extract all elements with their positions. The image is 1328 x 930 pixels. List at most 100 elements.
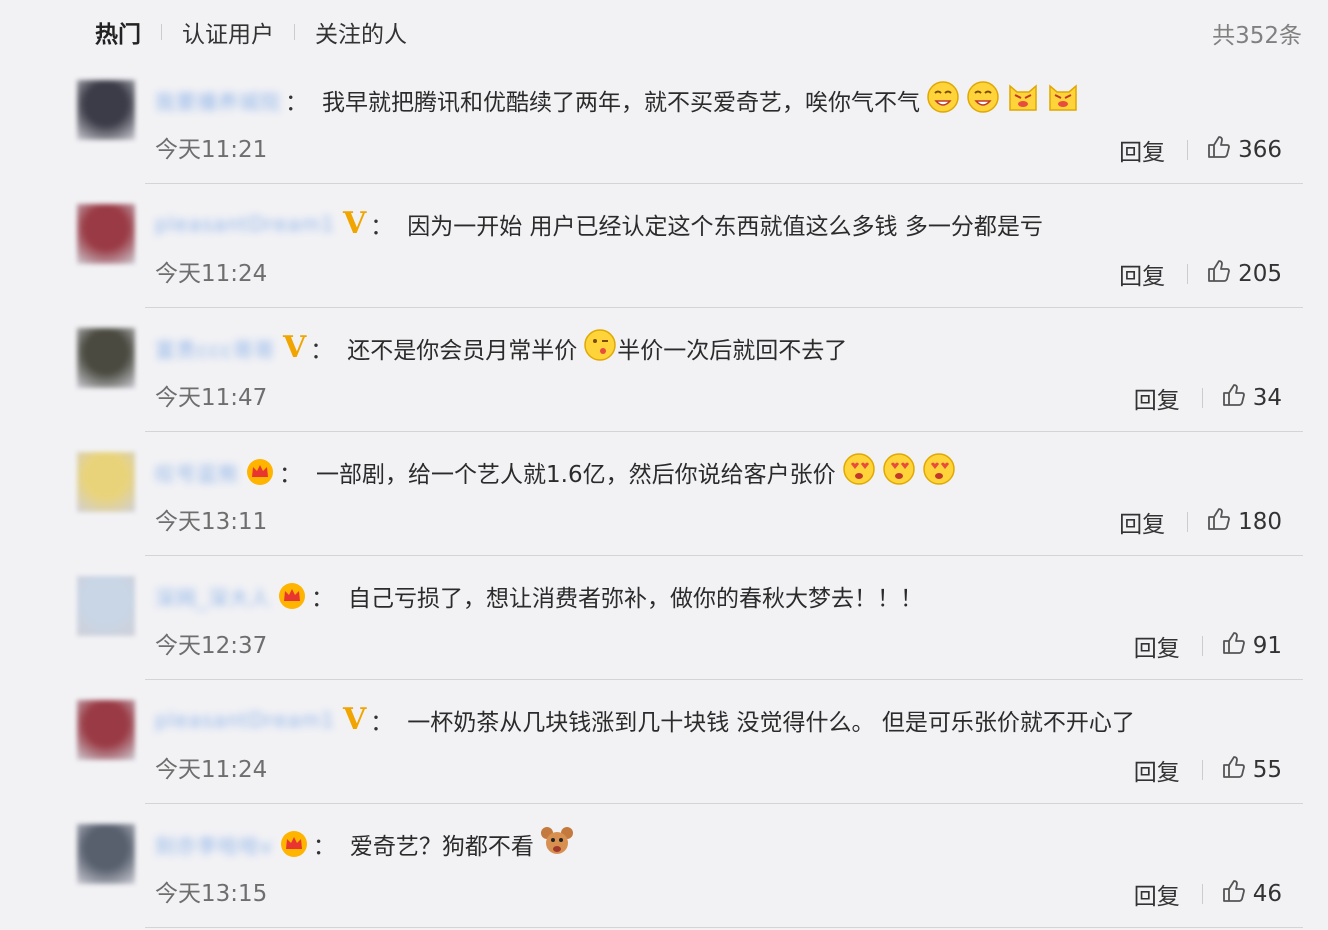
grin-emoji	[966, 80, 1000, 120]
action-divider	[1201, 884, 1203, 904]
heart-eyes-emoji	[882, 452, 916, 492]
action-divider	[1201, 636, 1203, 656]
comment-count: 共352条	[1212, 23, 1302, 49]
avatar[interactable]	[77, 452, 135, 512]
thumbs-up-icon	[1221, 382, 1253, 414]
reply-button[interactable]: 回复	[1134, 381, 1180, 415]
like-button[interactable]: 55	[1221, 754, 1282, 786]
reply-button[interactable]: 回复	[1134, 629, 1180, 663]
jerry-emoji	[540, 824, 574, 864]
like-count: 180	[1238, 509, 1282, 535]
comment-actions: 回复 34	[1134, 378, 1282, 418]
username-colon: ：	[310, 338, 334, 364]
like-button[interactable]: 46	[1221, 878, 1282, 910]
reply-button[interactable]: 回复	[1134, 877, 1180, 911]
comment-text: 一杯奶茶从几块钱涨到几十块钱 没觉得什么。 但是可乐张价就不开心了	[407, 710, 1135, 736]
comment-timestamp: 今天13:15	[155, 881, 268, 907]
comment-actions: 回复 46	[1134, 874, 1282, 914]
like-count: 46	[1252, 881, 1282, 907]
username-colon: ：	[311, 586, 334, 612]
username-link[interactable]: 叹号蓝熊	[155, 458, 239, 487]
comment-text: 一部剧，给一个艺人就1.6亿，然后你说给客户张价	[316, 462, 836, 488]
reply-button[interactable]: 回复	[1119, 505, 1165, 539]
action-divider	[1187, 140, 1189, 160]
comment-timestamp: 今天13:11	[155, 509, 268, 535]
comment-actions: 回复 366	[1119, 130, 1282, 170]
wink-emoji	[583, 328, 617, 368]
avatar[interactable]	[77, 204, 135, 264]
reply-button[interactable]: 回复	[1134, 753, 1180, 787]
username-link[interactable]: pleasantDream1	[155, 212, 335, 236]
comment-item: 深网_深大人 ： 自己亏损了，想让消费者弥补，做你的春秋大梦去！！！ 今天12:…	[0, 556, 1328, 680]
vip-crown-icon	[279, 830, 309, 858]
comment-body: pleasantDream1 V ： 因为一开始 用户已经认定这个东西就值这么多…	[155, 204, 1043, 244]
thumbs-up-icon	[1206, 506, 1238, 538]
comment-divider	[145, 927, 1303, 928]
comment-actions: 回复 55	[1134, 750, 1282, 790]
verified-v-icon: V	[283, 330, 307, 365]
comment-text: 还不是你会员月常半价	[347, 338, 578, 364]
reply-button[interactable]: 回复	[1119, 257, 1165, 291]
comment-item: 富贵ccc哥哥 V ： 还不是你会员月常半价 半价一次后就回不去了 今天11:47…	[0, 308, 1328, 432]
cat-emoji	[1006, 80, 1040, 120]
comment-timestamp: 今天11:24	[155, 757, 268, 783]
comment-timestamp: 今天11:21	[155, 137, 268, 163]
action-divider	[1201, 388, 1203, 408]
tab-following[interactable]: 关注的人	[315, 15, 407, 49]
comment-timestamp: 今天12:37	[155, 633, 268, 659]
comment-text: 我早就把腾讯和优酷续了两年，就不买爱奇艺，唉你气不气	[322, 90, 920, 116]
action-divider	[1187, 264, 1189, 284]
comment-body: 刻亦李哈哈v ： 爱奇艺？狗都不看	[155, 824, 574, 864]
like-count: 366	[1238, 137, 1282, 163]
comment-filter-tabs: 热门 认证用户 关注的人	[95, 14, 407, 50]
like-button[interactable]: 91	[1221, 630, 1282, 662]
comment-body: 我要播养城院 ： 我早就把腾讯和优酷续了两年，就不买爱奇艺，唉你气不气	[155, 80, 1080, 120]
action-divider	[1201, 760, 1203, 780]
verified-v-icon: V	[342, 206, 367, 241]
username-colon: ：	[312, 834, 336, 860]
username-link[interactable]: 富贵ccc哥哥	[155, 334, 275, 363]
comment-body: pleasantDream1 V ： 一杯奶茶从几块钱涨到几十块钱 没觉得什么。…	[155, 700, 1135, 740]
tab-divider	[294, 24, 295, 40]
thumbs-up-icon	[1221, 878, 1253, 910]
reply-button[interactable]: 回复	[1119, 133, 1165, 167]
thumbs-up-icon	[1206, 134, 1238, 166]
username-colon: ：	[279, 462, 302, 488]
comment-item: pleasantDream1 V ： 一杯奶茶从几块钱涨到几十块钱 没觉得什么。…	[0, 680, 1328, 804]
thumbs-up-icon	[1206, 258, 1238, 290]
like-count: 91	[1252, 633, 1282, 659]
comment-body: 深网_深大人 ： 自己亏损了，想让消费者弥补，做你的春秋大梦去！！！	[155, 576, 923, 616]
comment-item: 叹号蓝熊 ： 一部剧，给一个艺人就1.6亿，然后你说给客户张价 今天13:11 …	[0, 432, 1328, 556]
avatar[interactable]	[77, 824, 135, 884]
avatar[interactable]	[77, 700, 135, 760]
comment-text-continued: 半价一次后就回不去了	[617, 338, 848, 364]
username-link[interactable]: 深网_深大人	[155, 582, 271, 611]
thumbs-up-icon	[1221, 754, 1253, 786]
comment-actions: 回复 205	[1119, 254, 1282, 294]
username-link[interactable]: 刻亦李哈哈v	[155, 830, 273, 859]
comment-text: 因为一开始 用户已经认定这个东西就值这么多钱 多一分都是亏	[407, 214, 1043, 240]
like-button[interactable]: 366	[1206, 134, 1282, 166]
avatar[interactable]	[77, 328, 135, 388]
username-link[interactable]: 我要播养城院	[155, 86, 281, 115]
comment-actions: 回复 91	[1134, 626, 1282, 666]
like-count: 34	[1252, 385, 1282, 411]
comment-timestamp: 今天11:47	[155, 385, 268, 411]
like-button[interactable]: 205	[1206, 258, 1282, 290]
vip-crown-icon	[277, 582, 307, 610]
avatar[interactable]	[77, 576, 135, 636]
comment-list: 我要播养城院 ： 我早就把腾讯和优酷续了两年，就不买爱奇艺，唉你气不气 今天11…	[0, 60, 1328, 928]
cat-emoji	[1046, 80, 1080, 120]
avatar[interactable]	[77, 80, 135, 140]
like-button[interactable]: 180	[1206, 506, 1282, 538]
username-link[interactable]: pleasantDream1	[155, 708, 335, 732]
like-button[interactable]: 34	[1221, 382, 1282, 414]
comment-timestamp: 今天11:24	[155, 261, 268, 287]
tab-hot[interactable]: 热门	[95, 15, 141, 49]
comment-text: 爱奇艺？狗都不看	[349, 834, 534, 860]
thumbs-up-icon	[1221, 630, 1253, 662]
tab-verified-users[interactable]: 认证用户	[182, 15, 274, 49]
username-colon: ：	[370, 214, 394, 240]
username-colon: ：	[285, 90, 308, 116]
comment-item: 我要播养城院 ： 我早就把腾讯和优酷续了两年，就不买爱奇艺，唉你气不气 今天11…	[0, 60, 1328, 184]
